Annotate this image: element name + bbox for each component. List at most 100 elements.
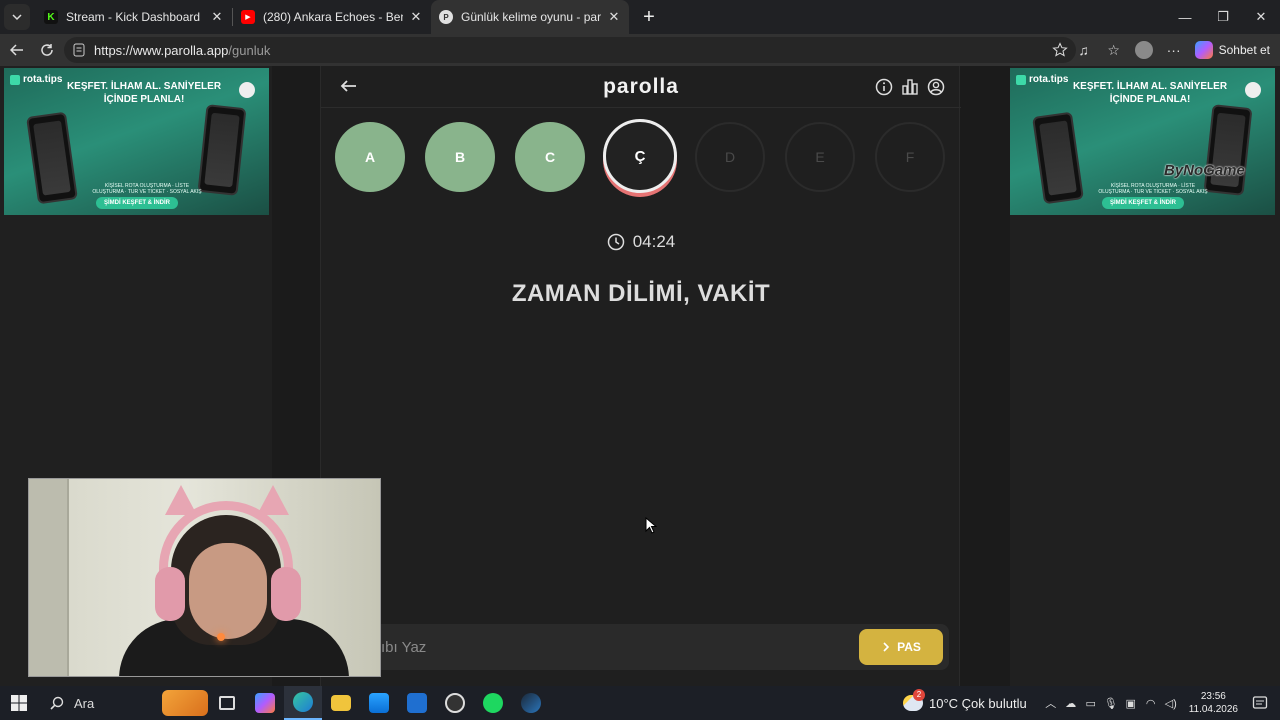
right-sidebar: rota.tips KEŞFET. İLHAM AL. SANİYELER İÇ… (1010, 66, 1280, 686)
read-aloud-icon[interactable]: ♫ (1069, 36, 1099, 64)
game-header: parolla (321, 66, 961, 108)
pass-button[interactable]: PAS (859, 629, 943, 665)
ad-features: KİŞİSEL ROTA OLUŞTURMA · LİSTE OLUŞTURMA… (92, 183, 202, 195)
headset-earcup (271, 567, 301, 621)
copilot-button[interactable]: Sohbet et (1189, 41, 1280, 59)
url-host: https://www.parolla.app (94, 42, 229, 58)
tab-list-button[interactable] (4, 4, 30, 30)
letter-circle-e: E (785, 122, 855, 192)
search-highlight-icon[interactable] (162, 690, 208, 716)
profile-avatar-icon[interactable] (1129, 36, 1159, 64)
minimize-icon[interactable]: — (1166, 0, 1204, 34)
ad-brand: rota.tips (10, 74, 62, 85)
tab-title: (280) Ankara Echoes - Beni Al (sar (263, 10, 403, 24)
more-menu-icon[interactable]: ··· (1159, 36, 1189, 64)
notifications-icon[interactable] (1248, 686, 1272, 720)
phone-image-icon (26, 111, 78, 205)
ad-close-icon[interactable] (1245, 82, 1261, 98)
rota-tips-logo-icon (10, 74, 20, 85)
left-ad-banner[interactable]: rota.tips KEŞFET. İLHAM AL. SANİYELER İÇ… (4, 68, 269, 215)
maximize-icon[interactable]: ❐ (1204, 0, 1242, 34)
battery-icon[interactable]: ▭ (1081, 686, 1101, 720)
browser-tab-youtube[interactable]: ▶ (280) Ankara Echoes - Beni Al (sar ✕ (233, 0, 431, 34)
webcam-overlay (28, 478, 381, 677)
answer-bar: PAS (371, 624, 949, 670)
microphone-icon[interactable]: 🎙 (1101, 686, 1121, 720)
display-icon[interactable]: ▣ (1121, 686, 1141, 720)
weather-widget[interactable]: 2 10°C Çok bulutlu (902, 689, 1027, 711)
task-view-button[interactable] (208, 686, 246, 720)
weather-badge: 2 (912, 689, 925, 701)
game-logo: parolla (603, 75, 679, 98)
ad-headline: KEŞFET. İLHAM AL. SANİYELER İÇİNDE PLANL… (1072, 81, 1228, 105)
stats-icon[interactable] (901, 78, 919, 96)
info-icon[interactable] (875, 78, 893, 96)
tab-title: Günlük kelime oyunu - parolla - K (461, 10, 601, 24)
mail-app-icon[interactable] (398, 686, 436, 720)
close-window-icon[interactable]: ✕ (1242, 0, 1280, 34)
copilot-icon (1194, 41, 1213, 59)
back-button[interactable] (2, 36, 32, 64)
close-tab-icon[interactable]: ✕ (409, 9, 423, 25)
letter-circle-c: C (515, 122, 585, 192)
stream-watermark: ByNoGame (1164, 162, 1245, 179)
webcam-door (29, 479, 69, 676)
parolla-icon: P (439, 10, 453, 24)
new-tab-button[interactable]: + (635, 3, 663, 31)
site-info-icon[interactable] (72, 43, 86, 57)
letter-circle-b: B (425, 122, 495, 192)
address-bar[interactable]: https://www.parolla.app/gunluk (64, 37, 1076, 63)
obs-app-icon[interactable] (436, 686, 474, 720)
favorite-star-icon[interactable] (1052, 42, 1068, 58)
chevron-down-icon (12, 14, 22, 21)
chevron-up-icon[interactable]: ︿ (1041, 686, 1061, 720)
game-panel: parolla A B C Ç D E F 04:24 ZAMAN DİLİMİ… (320, 66, 961, 686)
search-label: Ara (74, 695, 95, 711)
ad-cta-button[interactable]: ŞİMDİ KEŞFET & İNDİR (96, 197, 179, 209)
volume-icon[interactable]: ◁) (1161, 686, 1181, 720)
close-tab-icon[interactable]: ✕ (607, 9, 621, 25)
phone-image-icon (1203, 104, 1253, 196)
wifi-icon[interactable]: ◠ (1141, 686, 1161, 720)
ad-cta-button[interactable]: ŞİMDİ KEŞFET & İNDİR (1102, 197, 1185, 209)
letter-circle-current: Ç (603, 119, 677, 193)
letter-circle-a: A (335, 122, 405, 192)
answer-input[interactable] (381, 636, 781, 658)
browser-tab-parolla[interactable]: P Günlük kelime oyunu - parolla - K ✕ (431, 0, 629, 34)
arrow-left-icon (10, 44, 23, 56)
kick-icon: K (44, 10, 58, 24)
headset-earcup (155, 567, 185, 621)
copilot-app-icon[interactable] (246, 686, 284, 720)
favorites-icon[interactable]: ☆ (1099, 36, 1129, 64)
weather-text: 10°C Çok bulutlu (928, 695, 1027, 711)
onedrive-icon[interactable]: ☁ (1061, 686, 1081, 720)
refresh-button[interactable] (32, 36, 62, 64)
search-icon (50, 696, 64, 710)
close-tab-icon[interactable]: ✕ (210, 9, 224, 25)
taskbar-search[interactable]: Ara (38, 690, 208, 716)
start-button[interactable] (0, 686, 38, 720)
rota-tips-logo-icon (1016, 74, 1026, 85)
user-icon[interactable] (927, 78, 945, 96)
pass-label: PAS (897, 640, 921, 654)
clock-icon (607, 233, 624, 251)
file-explorer-icon[interactable] (322, 686, 360, 720)
right-ad-banner[interactable]: rota.tips KEŞFET. İLHAM AL. SANİYELER İÇ… (1010, 68, 1275, 215)
ad-brand: rota.tips (1016, 74, 1068, 85)
youtube-icon: ▶ (241, 10, 255, 24)
letter-circle-d: D (695, 122, 765, 192)
ad-close-icon[interactable] (239, 82, 255, 98)
taskbar-clock[interactable]: 23:56 11.04.2026 (1189, 690, 1238, 716)
system-tray: 2 10°C Çok bulutlu ︿ ☁ ▭ 🎙 ▣ ◠ ◁) 23:56 … (902, 686, 1280, 720)
ad-features: KİŞİSEL ROTA OLUŞTURMA · LİSTE OLUŞTURMA… (1098, 183, 1208, 195)
store-app-icon[interactable] (360, 686, 398, 720)
steam-app-icon[interactable] (512, 686, 550, 720)
windows-logo-icon (11, 695, 27, 711)
mouse-cursor-icon (645, 517, 657, 534)
edge-app-icon[interactable] (284, 686, 322, 720)
cloudy-weather-icon: 2 (902, 689, 925, 711)
ad-headline: KEŞFET. İLHAM AL. SANİYELER İÇİNDE PLANL… (66, 81, 222, 105)
spotify-app-icon[interactable] (474, 686, 512, 720)
browser-tab-kick[interactable]: K Stream - Kick Dashboard ✕ (36, 0, 232, 34)
letter-circle-f: F (875, 122, 945, 192)
